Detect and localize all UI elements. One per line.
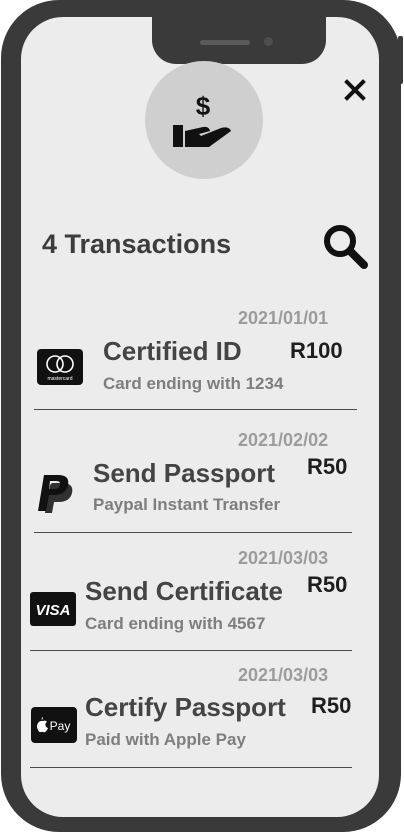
transaction-name: Send Certificate bbox=[85, 576, 283, 606]
transaction-detail: Card ending with 1234 bbox=[103, 374, 284, 393]
transaction-row[interactable]: 2021/03/03 VISA Send Certificate R50 Car… bbox=[30, 546, 354, 651]
transaction-detail: Paypal Instant Transfer bbox=[93, 495, 281, 514]
visa-icon: VISA bbox=[30, 592, 76, 631]
transaction-date: 2021/02/02 bbox=[238, 430, 329, 450]
close-icon[interactable] bbox=[339, 74, 371, 106]
divider bbox=[30, 767, 352, 768]
transaction-amount: R50 bbox=[311, 693, 352, 718]
hand-dollar-icon: $ bbox=[173, 91, 231, 147]
transaction-date: 2021/03/03 bbox=[238, 665, 329, 685]
transaction-amount: R50 bbox=[307, 572, 348, 597]
paypal-icon bbox=[36, 471, 74, 520]
transaction-detail: Card ending with 4567 bbox=[85, 614, 266, 633]
phone-side-button bbox=[398, 36, 403, 84]
transaction-row[interactable]: 2021/02/02 Send Passport R50 Paypal Inst… bbox=[34, 428, 358, 533]
visa-text: VISA bbox=[35, 602, 70, 619]
hero-badge: $ bbox=[145, 61, 263, 179]
phone-notch bbox=[152, 17, 326, 64]
transaction-name: Send Passport bbox=[93, 458, 276, 488]
divider bbox=[34, 409, 357, 410]
transaction-detail: Paid with Apple Pay bbox=[85, 730, 246, 749]
transaction-name: Certify Passport bbox=[85, 692, 286, 722]
transaction-name: Certified ID bbox=[103, 336, 242, 366]
search-icon[interactable] bbox=[320, 221, 370, 271]
transaction-row[interactable]: 2021/01/01 mastercard Certified ID R100 … bbox=[34, 306, 358, 410]
camera bbox=[264, 37, 273, 46]
page-title: 4 Transactions bbox=[42, 229, 232, 259]
mastercard-icon: mastercard bbox=[37, 349, 83, 390]
transaction-amount: R50 bbox=[307, 454, 348, 479]
divider bbox=[34, 532, 352, 533]
transaction-date: 2021/01/01 bbox=[238, 308, 329, 328]
transaction-date: 2021/03/03 bbox=[238, 548, 329, 568]
transaction-amount: R100 bbox=[290, 338, 343, 363]
apple-pay-icon: Pay bbox=[31, 707, 77, 748]
svg-text:$: $ bbox=[196, 91, 211, 121]
divider bbox=[30, 650, 352, 651]
applepay-text: Pay bbox=[50, 719, 71, 733]
speaker bbox=[200, 40, 250, 45]
mastercard-text: mastercard bbox=[47, 376, 72, 382]
transaction-row[interactable]: 2021/03/03 Pay Certify Passport R50 Paid… bbox=[30, 663, 354, 768]
